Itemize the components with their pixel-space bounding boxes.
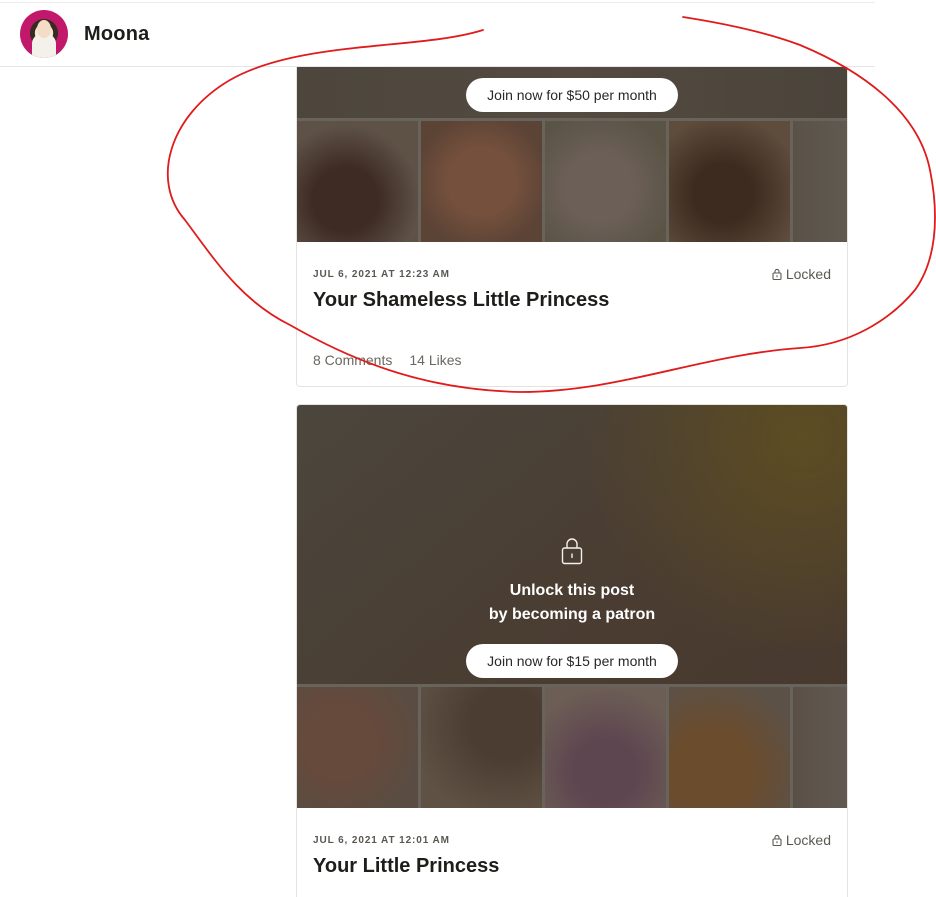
creator-header: Moona (0, 3, 875, 67)
creator-avatar[interactable] (20, 10, 68, 58)
post-date: JUL 6, 2021 AT 12:01 AM (313, 835, 450, 846)
creator-name[interactable]: Moona (84, 23, 149, 46)
blurred-thumbnail (297, 687, 418, 808)
blurred-thumbnail (545, 121, 666, 242)
post-title[interactable]: Your Shameless Little Princess (313, 289, 609, 312)
unlock-heading: Unlock this post (509, 582, 635, 599)
post-stats: 8 Comments 14 Likes (313, 352, 462, 368)
blurred-thumbnail (421, 687, 542, 808)
blurred-thumbnail (793, 687, 847, 808)
blurred-gallery (297, 684, 847, 808)
blurred-gallery (297, 118, 847, 242)
blurred-thumbnail (297, 121, 418, 242)
comments-link[interactable]: 8 Comments (313, 352, 392, 368)
blurred-thumbnail (545, 687, 666, 808)
post-date: JUL 6, 2021 AT 12:23 AM (313, 269, 450, 280)
lock-icon (772, 834, 782, 846)
post-title[interactable]: Your Little Princess (313, 855, 499, 878)
unlock-subheading: by becoming a patron (488, 606, 656, 623)
locked-label: Locked (785, 266, 831, 282)
lock-icon (772, 268, 782, 280)
locked-status: Locked (772, 266, 831, 282)
locked-status: Locked (772, 832, 831, 848)
blurred-thumbnail (421, 121, 542, 242)
blurred-thumbnail (669, 121, 790, 242)
avatar-face (37, 20, 51, 38)
post-media-locked[interactable]: Unlock this post by becoming a patron Jo… (297, 405, 847, 808)
likes-count[interactable]: 14 Likes (409, 352, 461, 368)
post-card: Unlock this post by becoming a patron Jo… (296, 404, 848, 897)
blurred-thumbnail (669, 687, 790, 808)
blurred-thumbnail (793, 121, 847, 242)
post-media-locked[interactable]: Join now for $50 per month (297, 67, 847, 242)
join-button[interactable]: Join now for $50 per month (466, 78, 678, 112)
join-button[interactable]: Join now for $15 per month (466, 644, 678, 678)
locked-label: Locked (785, 832, 831, 848)
post-card: Join now for $50 per month JUL 6, 2021 A… (296, 67, 848, 387)
lock-icon (561, 538, 583, 565)
